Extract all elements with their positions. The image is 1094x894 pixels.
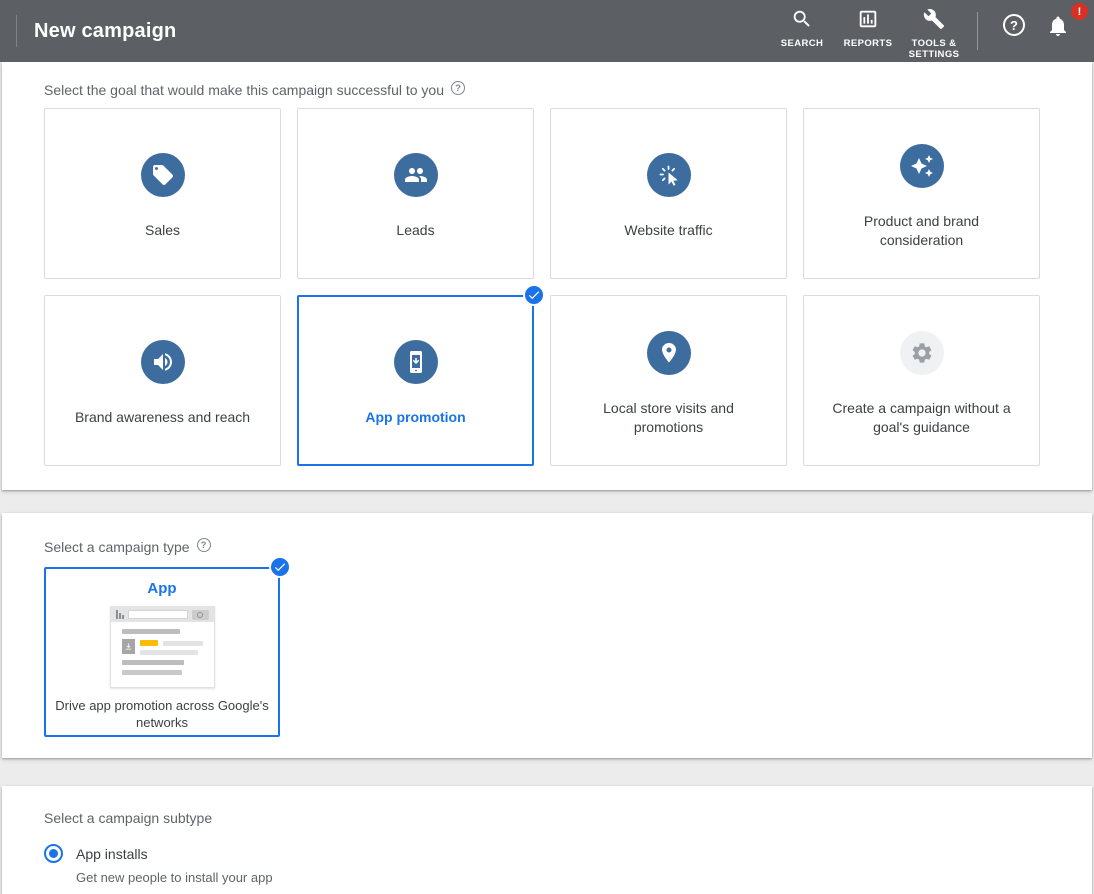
placeholder-bar [163,641,203,646]
reports-nav-label: REPORTS [844,38,893,49]
radio-selected-dot [49,849,58,858]
placeholder-bar [122,660,184,665]
type-section-title: Select a campaign type [44,539,190,555]
placeholder-bar [140,650,198,655]
campaign-subtype-section: Select a campaign subtype App installs G… [2,786,1092,894]
goal-card-label: Leads [374,221,456,240]
subtype-section-title: Select a campaign subtype [44,810,212,826]
type-section-title-row: Select a campaign type ? [44,539,1050,555]
app-header: New campaign SEARCH REPORTS TOOLS & SETT… [0,0,1094,62]
illustration-app-result-row [122,639,203,655]
bar-chart-icon [857,8,879,35]
selected-check-icon [523,284,545,306]
goal-card-app-promotion[interactable]: App promotion [297,295,534,466]
reports-nav-button[interactable]: REPORTS [835,8,901,49]
search-icon [791,8,813,35]
goal-card-no-goal-guidance[interactable]: Create a campaign without a goal's guida… [803,295,1040,466]
goal-card-website-traffic[interactable]: Website traffic [550,108,787,279]
campaign-type-label: App [147,580,176,597]
search-nav-label: SEARCH [781,38,824,49]
campaign-type-card-app[interactable]: App [44,567,280,737]
help-circle-icon[interactable]: ? [197,538,211,552]
campaign-type-section: Select a campaign type ? App [2,513,1092,758]
goal-card-leads[interactable]: Leads [297,108,534,279]
goal-card-label: App promotion [343,408,487,427]
goal-card-product-brand-consideration[interactable]: Product and brand consideration [803,108,1040,279]
cursor-click-icon [647,153,691,197]
gear-icon [900,331,944,375]
goal-card-grid: Sales Leads Website traffic [44,108,1050,466]
subtype-option-description: Get new people to install your app [76,870,1050,885]
goal-card-label: Product and brand consideration [804,212,1039,250]
campaign-type-description: Drive app promotion across Google's netw… [55,697,269,731]
goal-card-brand-awareness[interactable]: Brand awareness and reach [44,295,281,466]
subtype-option-label: App installs [76,846,148,862]
highlight-bar [140,640,158,646]
header-divider [16,15,17,47]
placeholder-bar [122,670,182,675]
goal-card-label: Local store visits and promotions [551,399,786,437]
illustration-search-input [128,610,188,619]
notification-badge: ! [1071,3,1088,20]
phone-download-icon [394,340,438,384]
goal-section: Select the goal that would make this cam… [2,62,1092,490]
illustration-text-lines [140,639,203,655]
selected-check-icon [269,556,291,578]
goal-section-title: Select the goal that would make this cam… [44,82,444,98]
location-pin-icon [647,331,691,375]
goal-card-local-store-visits[interactable]: Local store visits and promotions [550,295,787,466]
price-tag-icon [141,153,185,197]
goal-section-title-row: Select the goal that would make this cam… [44,82,1050,98]
download-icon [122,639,135,654]
people-icon [394,153,438,197]
megaphone-icon [141,340,185,384]
illustration-browser-bar [111,607,214,622]
header-nav-divider [977,12,978,50]
search-nav-button[interactable]: SEARCH [769,8,835,49]
subtype-option-app-installs[interactable]: App installs [44,844,1050,863]
app-search-result-illustration [110,606,215,688]
page-title: New campaign [34,20,176,43]
tools-settings-nav-button[interactable]: TOOLS & SETTINGS [901,8,967,60]
radio-app-installs[interactable] [44,844,63,863]
help-circle-icon[interactable]: ? [451,81,465,95]
search-icon [197,612,203,618]
illustration-results [111,622,214,675]
subtype-section-title-row: Select a campaign subtype [44,810,1050,826]
wrench-icon [923,8,945,35]
illustration-search-button [192,610,209,620]
goal-card-label: Sales [123,221,202,240]
goal-card-label: Brand awareness and reach [53,408,272,427]
notifications-button[interactable]: ! [1036,8,1080,43]
bell-icon [1046,14,1070,43]
help-icon: ? [1003,14,1025,36]
sparkles-icon [900,144,944,188]
placeholder-bar [122,629,180,634]
goal-card-sales[interactable]: Sales [44,108,281,279]
header-nav: SEARCH REPORTS TOOLS & SETTINGS ? ! [769,0,1094,62]
illustration-logo [116,610,124,619]
help-button[interactable]: ? [992,8,1036,36]
tools-settings-nav-label: TOOLS & SETTINGS [901,38,967,60]
goal-card-label: Website traffic [602,221,734,240]
goal-card-label: Create a campaign without a goal's guida… [804,399,1039,437]
